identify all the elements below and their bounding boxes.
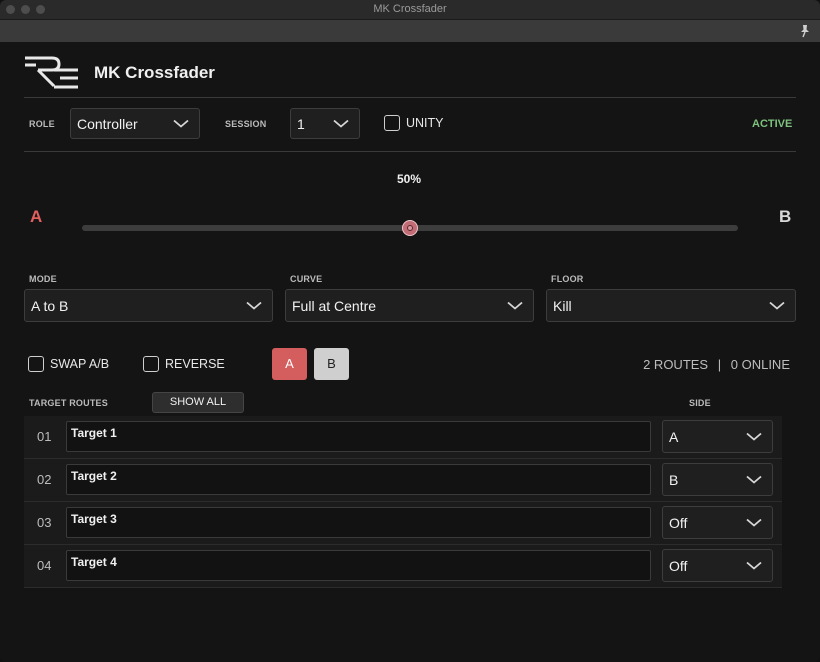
side-value: B [669,471,679,488]
chevron-down-icon [333,119,349,128]
target-name-field[interactable]: Target 1 [66,421,651,452]
chevron-down-icon [746,561,762,570]
online-count: 0 ONLINE [730,357,790,372]
table-row: 04 Target 4 Off [24,545,782,588]
divider [24,97,796,98]
reverse-label: REVERSE [165,357,225,371]
chevron-down-icon [246,301,262,310]
swap-ab-checkbox[interactable] [28,356,44,372]
target-name-field[interactable]: Target 2 [66,464,651,495]
role-select[interactable]: Controller [70,108,200,139]
title-bar: MK Crossfader [0,0,820,20]
row-number: 04 [37,558,52,573]
row-number: 01 [37,429,52,444]
routes-count: 2 ROUTES [643,357,709,372]
role-value: Controller [77,115,138,132]
unity-checkbox[interactable] [384,115,400,131]
divider [24,151,796,152]
side-value: A [669,428,679,445]
curve-value: Full at Centre [292,297,377,314]
app-name: MK Crossfader [94,63,215,82]
show-all-button[interactable]: SHOW ALL [152,392,244,413]
fader-percent: 50% [397,172,422,186]
side-select[interactable]: Off [662,549,773,582]
status-separator: | [717,357,722,372]
chevron-down-icon [746,432,762,441]
chevron-down-icon [507,301,523,310]
session-select[interactable]: 1 [290,108,360,139]
curve-select[interactable]: Full at Centre [285,289,534,322]
target-name-field[interactable]: Target 4 [66,550,651,581]
mode-value: A to B [31,297,69,314]
target-routes-table: 01 Target 1 A 02 Target 2 B 03 Target 3 … [24,416,782,588]
floor-select[interactable]: Kill [546,289,796,322]
target-name: Target 4 [71,555,117,569]
side-select[interactable]: A [662,420,773,453]
chevron-down-icon [173,119,189,128]
window-title: MK Crossfader [373,3,447,15]
side-a-button[interactable]: A [272,348,307,380]
toolbar [0,20,820,42]
session-value: 1 [297,115,305,132]
crossfader-handle-center [407,225,413,231]
target-name: Target 3 [71,512,117,526]
table-row: 01 Target 1 A [24,416,782,459]
fader-side-a-label: A [30,207,43,226]
side-select[interactable]: Off [662,506,773,539]
fader-side-b-label: B [779,207,792,226]
app-window: MK Crossfader MK Crossfader ROLE Control… [0,0,820,662]
row-number: 02 [37,472,52,487]
target-name-field[interactable]: Target 3 [66,507,651,538]
row-number: 03 [37,515,52,530]
mode-label: MODE [29,274,57,284]
side-value: Off [669,557,688,574]
side-select[interactable]: B [662,463,773,496]
chevron-down-icon [746,475,762,484]
floor-value: Kill [553,297,572,314]
target-name: Target 1 [71,426,117,440]
table-row: 02 Target 2 B [24,459,782,502]
target-routes-label: TARGET ROUTES [29,398,108,408]
chevron-down-icon [769,301,785,310]
routes-status: 2 ROUTES | 0 ONLINE [643,357,790,372]
crossfader-handle[interactable] [402,220,418,236]
side-value: Off [669,514,688,531]
target-name: Target 2 [71,469,117,483]
side-b-button[interactable]: B [314,348,349,380]
status-badge: ACTIVE [752,118,793,130]
role-label: ROLE [29,119,55,129]
unity-label: UNITY [406,116,444,130]
session-label: SESSION [225,119,267,129]
logo-icon [25,56,78,89]
table-row: 03 Target 3 Off [24,502,782,545]
swap-ab-label: SWAP A/B [50,357,110,371]
chevron-down-icon [746,518,762,527]
mode-select[interactable]: A to B [24,289,273,322]
pin-icon[interactable] [798,24,812,38]
reverse-checkbox[interactable] [143,356,159,372]
curve-label: CURVE [290,274,323,284]
floor-label: FLOOR [551,274,584,284]
side-column-label: SIDE [689,398,711,408]
